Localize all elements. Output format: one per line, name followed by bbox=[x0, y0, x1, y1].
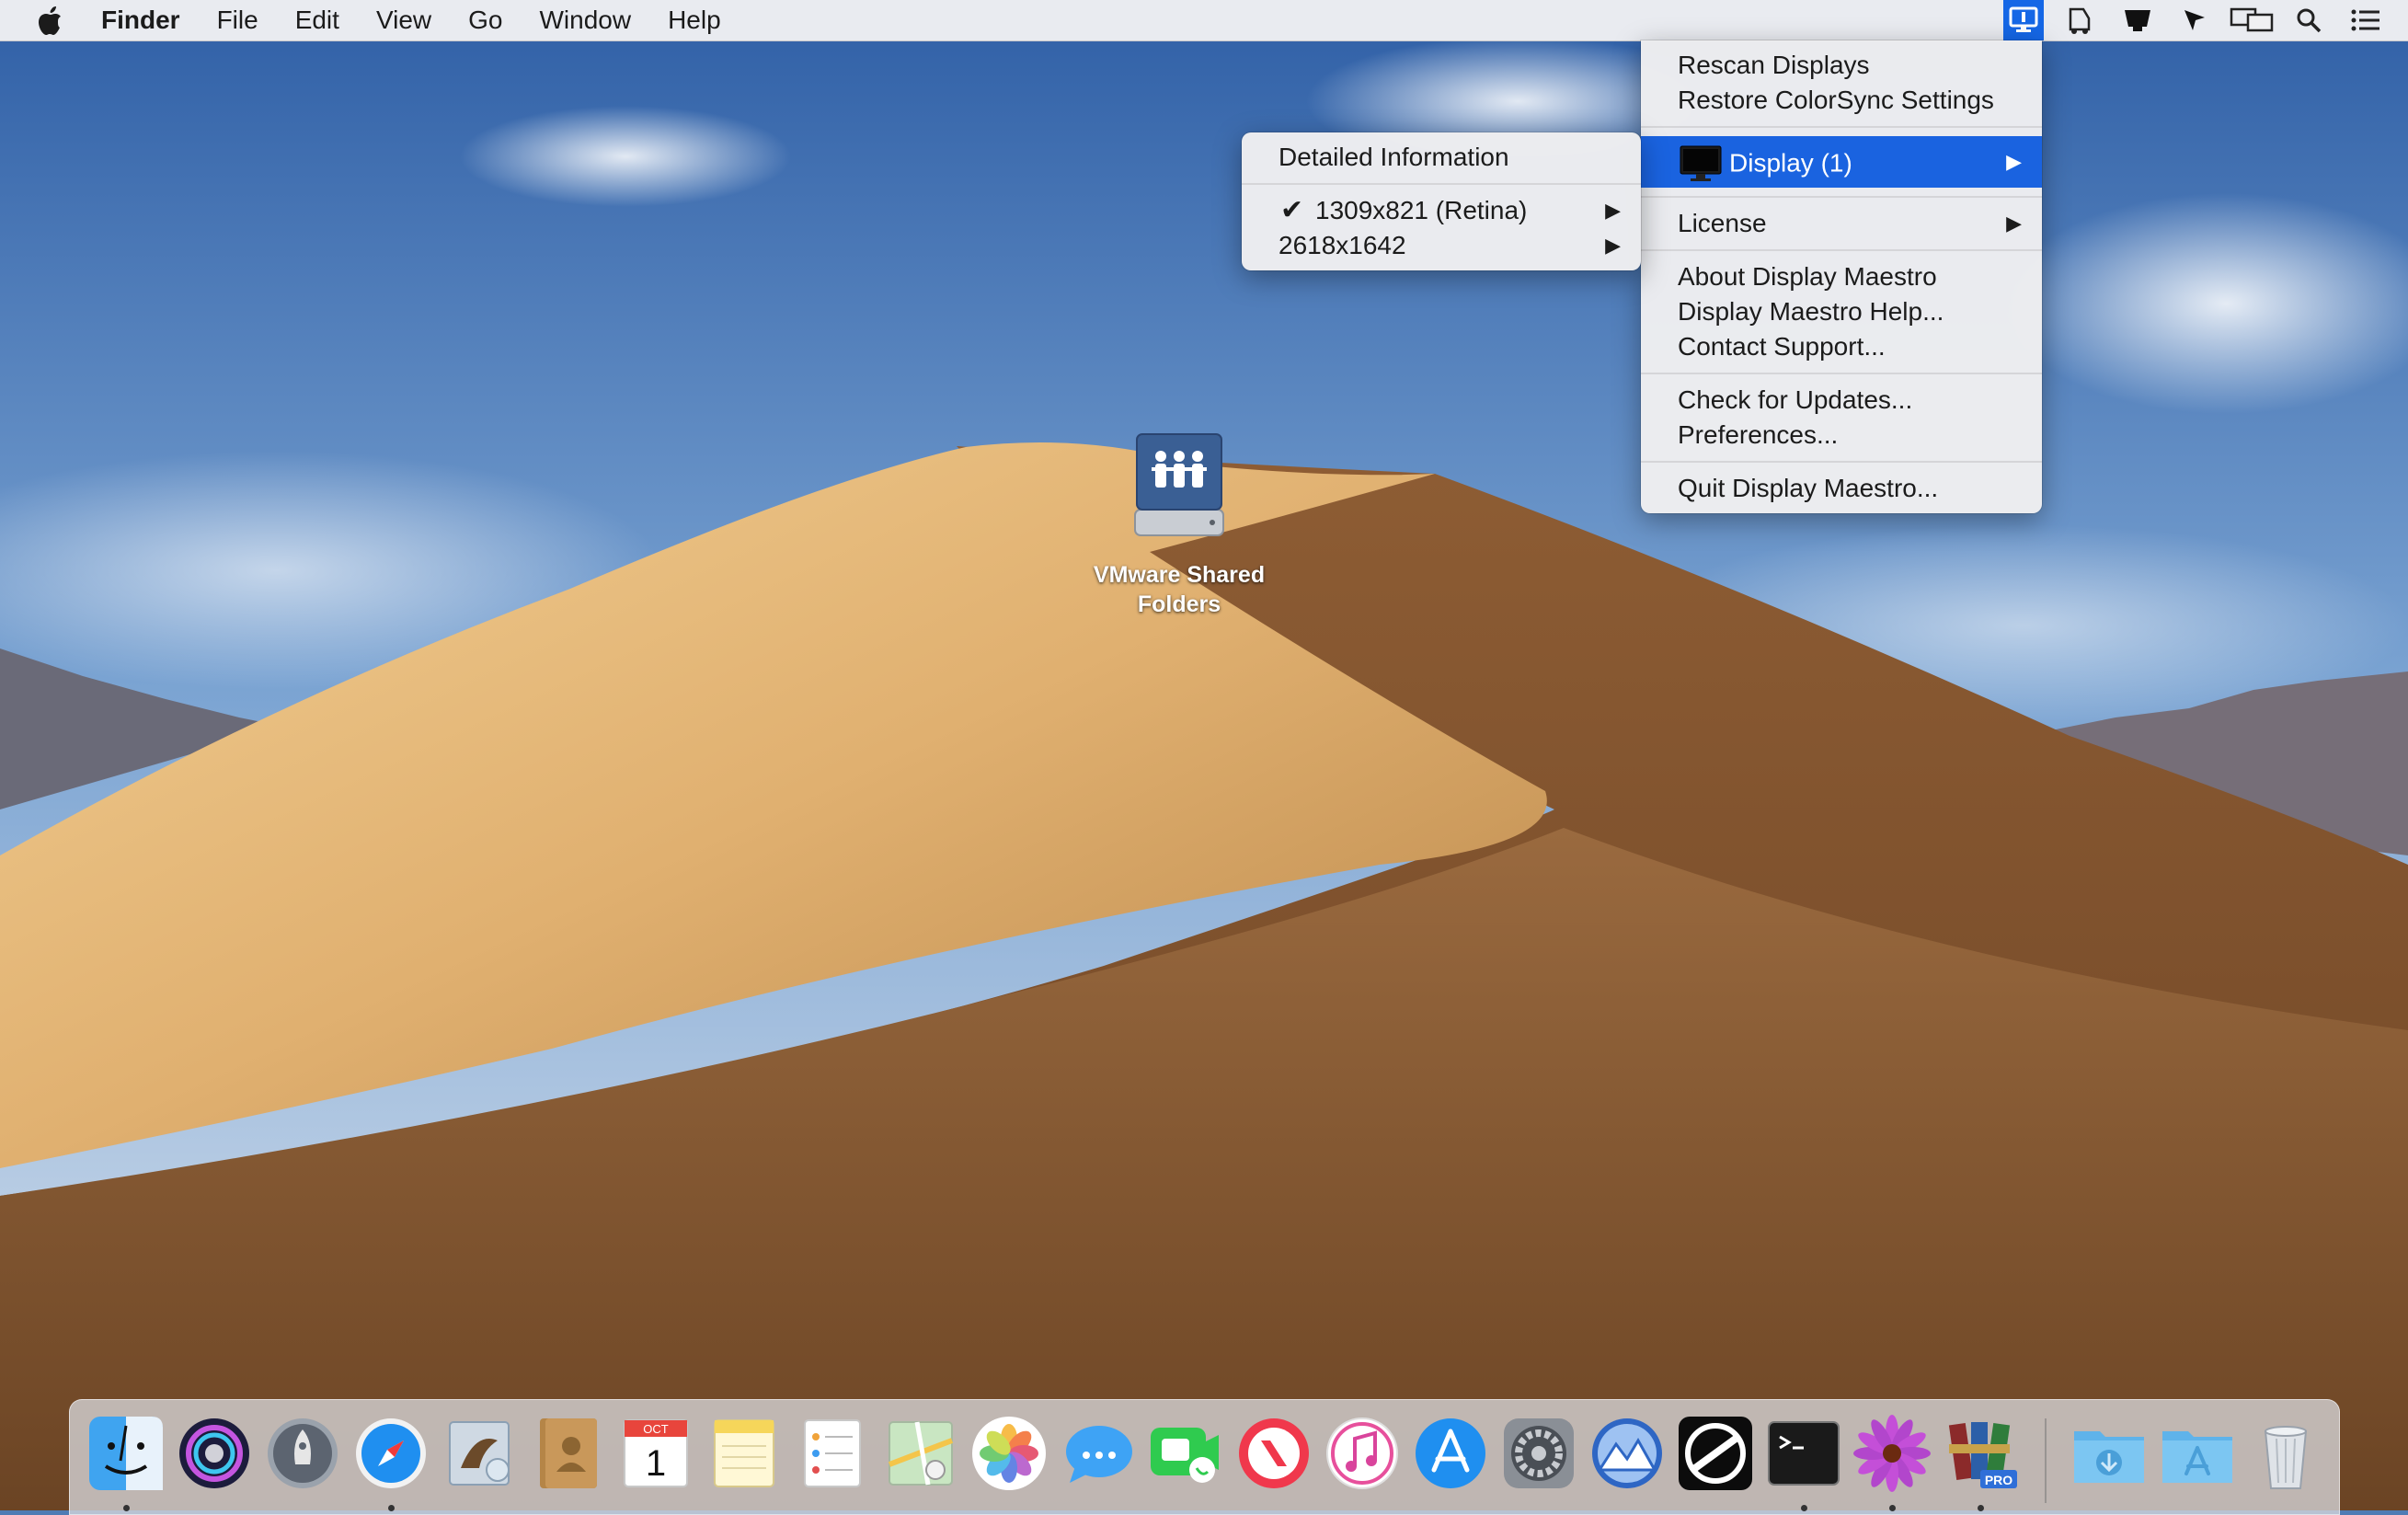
submenu-arrow-icon: ▶ bbox=[2006, 212, 2022, 235]
safari-icon[interactable] bbox=[350, 1413, 431, 1511]
menu-item-preferences[interactable]: Preferences... bbox=[1641, 418, 2042, 453]
status-menus bbox=[1994, 0, 2408, 40]
go-menu[interactable]: Go bbox=[450, 0, 521, 40]
launchpad-icon[interactable] bbox=[262, 1413, 343, 1494]
help-menu[interactable]: Help bbox=[649, 0, 740, 40]
menu-item-contact-support[interactable]: Contact Support... bbox=[1641, 329, 2042, 364]
submenu-item-detailed-info[interactable]: Detailed Information bbox=[1242, 140, 1641, 175]
menu-item-help[interactable]: Display Maestro Help... bbox=[1641, 294, 2042, 329]
menu-bar: Finder File Edit View Go Window Help bbox=[0, 0, 2408, 41]
downloads-folder-icon[interactable] bbox=[2069, 1413, 2150, 1494]
terminal-icon[interactable] bbox=[1763, 1413, 1844, 1511]
trash-icon[interactable] bbox=[2245, 1413, 2326, 1494]
applications-folder-icon[interactable] bbox=[2157, 1413, 2238, 1494]
mail-icon[interactable] bbox=[439, 1413, 520, 1494]
desktop-icon-label: VMware Shared Folders bbox=[1076, 560, 1282, 619]
menu-item-license[interactable]: License ▶ bbox=[1641, 206, 2042, 241]
maps-icon[interactable] bbox=[880, 1413, 961, 1494]
menu-item-about[interactable]: About Display Maestro bbox=[1641, 259, 2042, 294]
menu-item-check-updates[interactable]: Check for Updates... bbox=[1641, 383, 2042, 418]
menu-item-display-label: Display (1) bbox=[1729, 148, 1852, 178]
display-maestro-icon[interactable] bbox=[2003, 0, 2044, 40]
desktop-icon-label-line2: Folders bbox=[1137, 591, 1221, 617]
submenu-arrow-icon: ▶ bbox=[2006, 150, 2022, 173]
submenu-arrow-icon: ▶ bbox=[1605, 199, 1621, 222]
submenu-item-resolution-current-label: 1309x821 (Retina) bbox=[1315, 196, 1528, 224]
contacts-icon[interactable] bbox=[527, 1413, 608, 1494]
location-cursor-icon[interactable] bbox=[2171, 0, 2219, 40]
display-maestro-menu: Rescan Displays Restore ColorSync Settin… bbox=[1641, 40, 2042, 513]
file-menu[interactable]: File bbox=[199, 0, 277, 40]
notification-center-icon[interactable] bbox=[2342, 0, 2390, 40]
menu-separator bbox=[1641, 373, 2042, 374]
menu-item-restore-colorsync[interactable]: Restore ColorSync Settings bbox=[1641, 83, 2042, 118]
notes-icon[interactable] bbox=[704, 1413, 785, 1494]
itunes-icon[interactable] bbox=[1322, 1413, 1403, 1494]
app-store-icon[interactable] bbox=[1410, 1413, 1491, 1494]
calendar-icon[interactable]: OCT 1 bbox=[615, 1413, 696, 1494]
display-submenu: Detailed Information ✔ 1309x821 (Retina)… bbox=[1242, 132, 1641, 270]
window-menu[interactable]: Window bbox=[521, 0, 649, 40]
siri-icon[interactable] bbox=[174, 1413, 255, 1494]
navigator-icon[interactable] bbox=[1675, 1413, 1756, 1494]
vmware-shared-folders-volume[interactable]: VMware Shared Folders bbox=[1076, 425, 1282, 619]
system-preferences-icon[interactable] bbox=[1498, 1413, 1579, 1494]
pro-badge: PRO bbox=[1985, 1473, 2012, 1487]
menu-item-license-label: License bbox=[1678, 209, 1767, 237]
menu-separator bbox=[1641, 249, 2042, 251]
winrar-pro-icon[interactable]: PRO bbox=[1940, 1413, 2021, 1511]
facetime-icon[interactable] bbox=[1145, 1413, 1226, 1494]
apple-logo-icon bbox=[39, 6, 61, 35]
menu-separator bbox=[1641, 126, 2042, 128]
menu-item-display[interactable]: Display (1) ▶ bbox=[1641, 136, 2042, 188]
news-icon[interactable] bbox=[1233, 1413, 1314, 1494]
calendar-day: 1 bbox=[646, 1443, 666, 1484]
messages-icon[interactable] bbox=[1057, 1413, 1138, 1494]
submenu-item-resolution-other[interactable]: 2618x1642 ▶ bbox=[1242, 228, 1641, 263]
menu-separator bbox=[1641, 196, 2042, 198]
menu-item-rescan-displays[interactable]: Rescan Displays bbox=[1641, 48, 2042, 83]
finder-icon[interactable] bbox=[86, 1413, 166, 1511]
checkmark-icon: ✔ bbox=[1280, 195, 1304, 225]
apple-menu[interactable] bbox=[0, 6, 83, 35]
calendar-month: OCT bbox=[643, 1422, 669, 1436]
bell-icon[interactable] bbox=[2114, 0, 2161, 40]
view-menu[interactable]: View bbox=[358, 0, 450, 40]
submenu-item-resolution-other-label: 2618x1642 bbox=[1279, 231, 1406, 259]
submenu-item-resolution-current[interactable]: ✔ 1309x821 (Retina) ▶ bbox=[1242, 193, 1641, 228]
desktop-wallpaper bbox=[0, 0, 2408, 1510]
menu-item-quit[interactable]: Quit Display Maestro... bbox=[1641, 471, 2042, 506]
dock: OCT 1 PRO bbox=[69, 1399, 2340, 1515]
app-name-menu[interactable]: Finder bbox=[83, 0, 199, 40]
menu-separator bbox=[1242, 183, 1641, 185]
spotlight-search-icon[interactable] bbox=[2285, 0, 2333, 40]
dock-separator bbox=[2045, 1418, 2047, 1503]
edit-menu[interactable]: Edit bbox=[277, 0, 358, 40]
submenu-arrow-icon: ▶ bbox=[1605, 234, 1621, 257]
flower-app-icon[interactable] bbox=[1852, 1413, 1932, 1511]
network-drive-icon bbox=[1134, 433, 1224, 536]
display-maestro-icon[interactable] bbox=[1587, 1413, 1668, 1494]
printer-icon[interactable] bbox=[2057, 0, 2104, 40]
airplay-display-icon[interactable] bbox=[2228, 0, 2276, 40]
reminders-icon[interactable] bbox=[792, 1413, 873, 1494]
monitor-icon bbox=[1680, 145, 1722, 181]
photos-icon[interactable] bbox=[969, 1413, 1049, 1494]
menu-separator bbox=[1641, 461, 2042, 463]
desktop-icon-label-line1: VMware Shared bbox=[1093, 562, 1266, 588]
